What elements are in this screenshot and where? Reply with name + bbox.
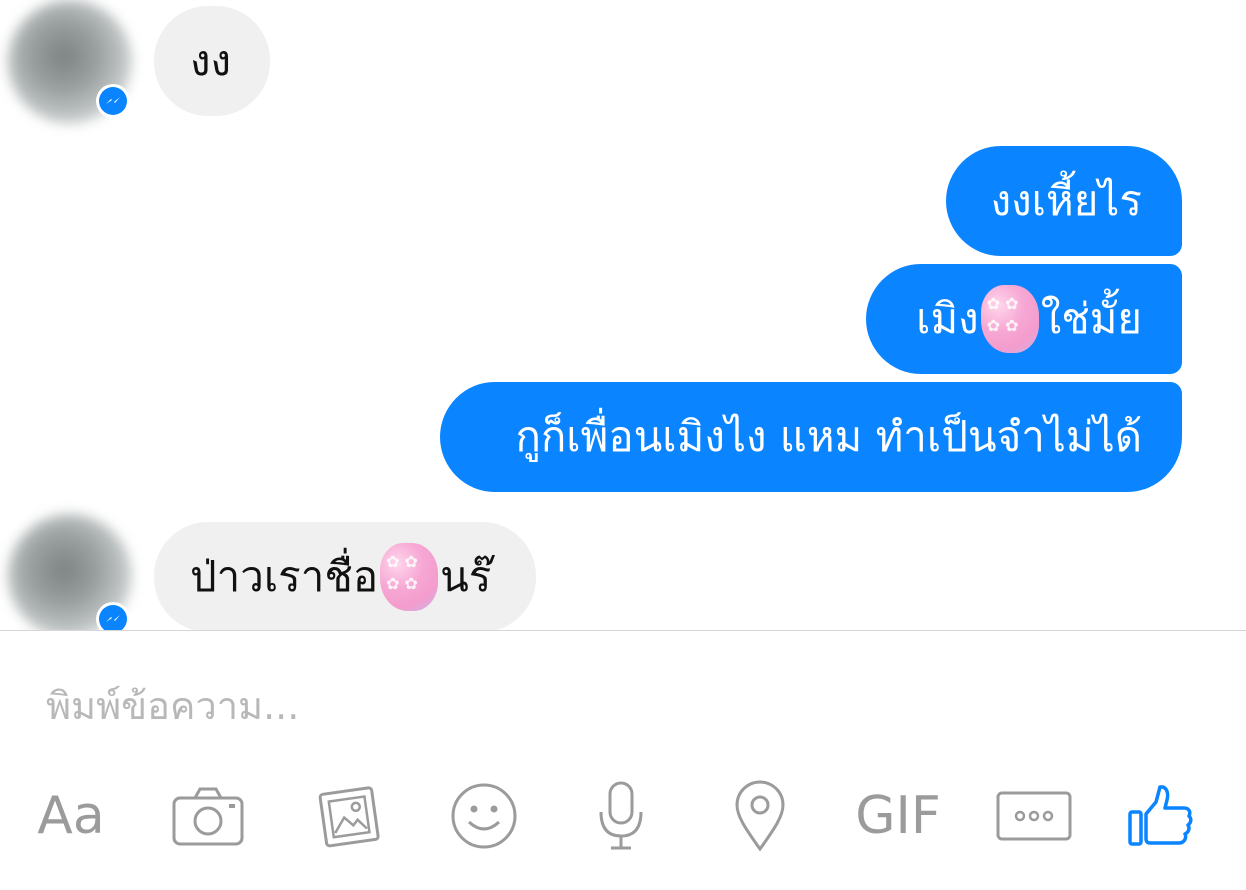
text-format-button[interactable]: Aa	[26, 776, 116, 856]
text-format-label: Aa	[37, 786, 105, 846]
photo-button[interactable]	[310, 776, 386, 856]
message-bubble-outgoing[interactable]: กูก็เพื่อนเมิงไง แหม ทำเป็นจำไม่ได้	[440, 382, 1182, 492]
message-text: งง	[190, 36, 232, 85]
composer-divider	[0, 630, 1246, 631]
conversation: งง งงเหี้ยไร เมิง ใช่มั้ย กูก็เพื่อนเมิง…	[0, 0, 1246, 630]
message-bubble-incoming[interactable]: งง	[154, 6, 270, 116]
emoji-icon	[451, 783, 517, 849]
message-bubble-incoming[interactable]: ป่าวเราชื่อ นร๊	[154, 522, 536, 630]
sticker-icon	[980, 285, 1039, 353]
message-text: ป่าวเราชื่อ	[190, 552, 379, 601]
message-text: นร๊	[440, 552, 492, 601]
photo-icon	[318, 786, 380, 848]
location-button[interactable]	[730, 776, 790, 856]
message-text: กูก็เพื่อนเมิงไง แหม ทำเป็นจำไม่ได้	[515, 412, 1142, 461]
sticker-icon	[380, 543, 439, 611]
message-text: ใช่มั้ย	[1040, 294, 1142, 343]
messenger-badge-icon	[96, 84, 130, 118]
microphone-icon	[599, 781, 643, 850]
gif-button[interactable]: GIF	[850, 776, 946, 856]
message-bubble-outgoing[interactable]: งงเหี้ยไร	[946, 146, 1182, 256]
messenger-badge-icon	[96, 602, 130, 630]
like-button[interactable]	[1124, 776, 1196, 856]
more-button[interactable]	[994, 776, 1074, 856]
message-text: เมิง	[916, 294, 979, 343]
message-text: งงเหี้ยไร	[990, 176, 1142, 225]
like-icon	[1128, 785, 1193, 846]
camera-button[interactable]	[168, 776, 248, 856]
camera-icon	[172, 787, 244, 846]
gif-label: GIF	[855, 786, 941, 846]
message-bubble-outgoing[interactable]: เมิง ใช่มั้ย	[866, 264, 1182, 374]
more-icon	[996, 791, 1072, 841]
emoji-button[interactable]	[448, 776, 520, 856]
location-icon	[735, 780, 785, 852]
voice-button[interactable]	[592, 776, 650, 856]
message-input[interactable]	[46, 676, 1196, 736]
